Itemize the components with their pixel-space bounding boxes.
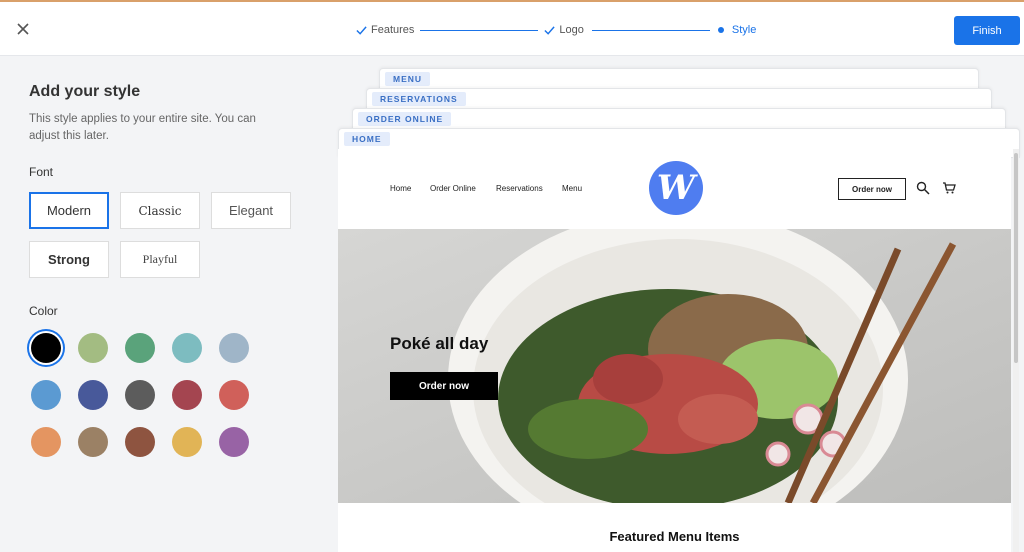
font-label: Font (29, 165, 54, 179)
color-swatch[interactable] (31, 427, 61, 457)
hero-banner: Poké all day Order now (338, 229, 1011, 503)
tab-label: HOME (344, 132, 390, 146)
color-swatch[interactable] (219, 380, 249, 410)
tab-label: RESERVATIONS (372, 92, 466, 106)
step-connector (591, 29, 710, 31)
search-icon[interactable] (916, 181, 930, 195)
tab-label: MENU (385, 72, 431, 86)
nav-link-menu[interactable]: Menu (562, 184, 582, 193)
step-label: Style (731, 24, 757, 36)
check-icon (544, 25, 556, 35)
nav-link-reservations[interactable]: Reservations (496, 184, 543, 193)
featured-heading: Featured Menu Items (609, 529, 740, 544)
header-order-button[interactable]: Order now (838, 178, 906, 200)
style-panel: Add your style This style applies to you… (0, 57, 320, 552)
site-header: Home Order Online Reservations Menu W Or… (338, 149, 1011, 229)
scroll-thumb[interactable] (1014, 153, 1018, 363)
step-label: Features (371, 24, 415, 36)
color-label: Color (29, 304, 58, 318)
color-swatch[interactable] (172, 380, 202, 410)
panel-description: This style applies to your entire site. … (29, 113, 256, 142)
color-swatch[interactable] (219, 427, 249, 457)
step-logo[interactable]: Logo (544, 24, 584, 36)
color-swatch[interactable] (78, 427, 108, 457)
active-step-dot (717, 27, 724, 33)
check-icon (356, 25, 367, 35)
color-swatch[interactable] (125, 333, 155, 363)
top-bar: Features Logo Style Finish (0, 0, 1024, 56)
tab-label: ORDER ONLINE (358, 112, 452, 126)
poke-bowl-image (338, 229, 1011, 503)
site-logo: W (649, 161, 703, 215)
finish-button[interactable]: Finish (954, 16, 1020, 45)
step-features[interactable]: Features (356, 24, 414, 36)
font-option-playful[interactable]: Playful (120, 241, 200, 278)
hero-title: Poké all day (390, 334, 489, 353)
color-swatch[interactable] (78, 333, 108, 363)
color-swatch[interactable] (31, 333, 61, 363)
font-option-classic[interactable]: Classic (120, 192, 200, 229)
step-label: Logo (559, 24, 584, 36)
color-swatch[interactable] (172, 333, 202, 363)
color-swatch[interactable] (125, 427, 155, 457)
font-option-strong[interactable]: Strong (29, 241, 109, 278)
nav-link-home[interactable]: Home (390, 184, 411, 193)
progress-steps: Features Logo Style (356, 21, 756, 39)
color-swatch[interactable] (78, 380, 108, 410)
step-style[interactable]: Style (717, 24, 757, 36)
cart-icon[interactable] (942, 181, 956, 195)
color-swatch[interactable] (31, 380, 61, 410)
step-connector (420, 29, 539, 31)
color-swatch[interactable] (172, 427, 202, 457)
panel-title: Add your style (29, 83, 141, 100)
color-swatch[interactable] (125, 380, 155, 410)
color-swatch[interactable] (219, 333, 249, 363)
site-preview: Home Order Online Reservations Menu W Or… (338, 149, 1011, 552)
hero-order-button[interactable]: Order now (390, 372, 498, 400)
close-icon[interactable] (14, 20, 32, 38)
font-option-elegant[interactable]: Elegant (211, 192, 291, 229)
nav-link-order-online[interactable]: Order Online (430, 184, 476, 193)
font-option-modern[interactable]: Modern (29, 192, 109, 229)
preview-scrollbar[interactable] (1013, 149, 1019, 552)
